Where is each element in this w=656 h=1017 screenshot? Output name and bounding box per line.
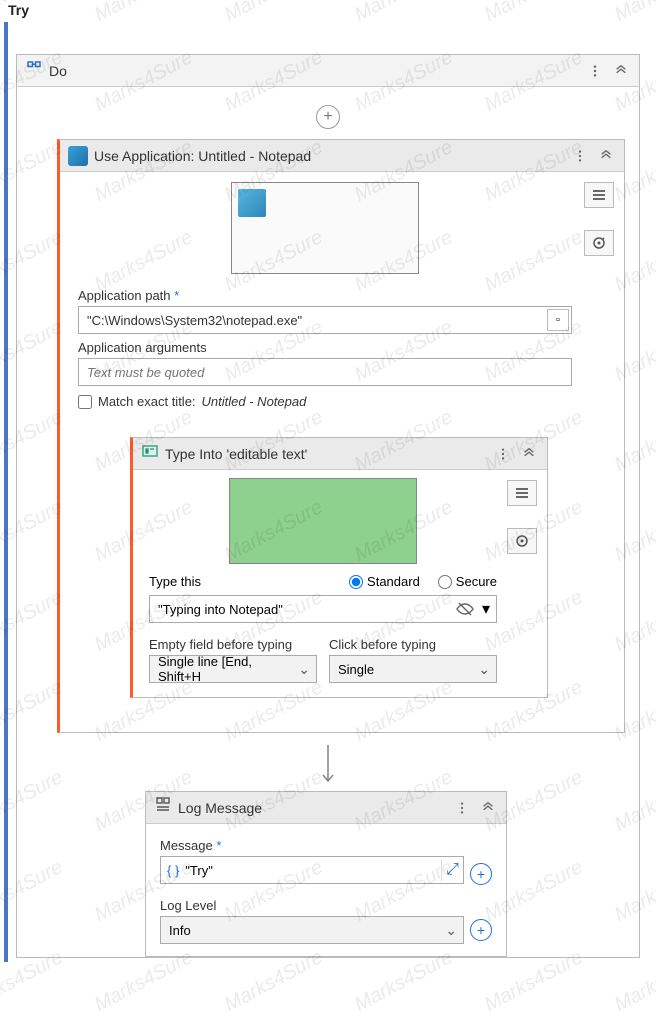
use-app-title: Use Application: Untitled - Notepad — [94, 148, 564, 164]
log-icon — [154, 796, 172, 819]
message-input[interactable]: "Try" — [185, 863, 441, 878]
loglevel-label: Log Level — [160, 898, 492, 913]
log-msg-header[interactable]: Log Message — [146, 792, 506, 824]
match-title-label: Match exact title: — [98, 394, 196, 409]
kebab-menu-icon[interactable] — [570, 146, 590, 166]
collapse-icon[interactable] — [611, 61, 631, 81]
target-settings-button[interactable] — [584, 230, 614, 256]
app-screenshot[interactable] — [231, 182, 419, 274]
do-block: Do + Use Application: Untitled - Notepad… — [16, 54, 640, 958]
app-path-label: Application path * — [78, 288, 572, 303]
try-label: Try — [8, 2, 29, 18]
type-into-header[interactable]: Type Into 'editable text' — [133, 438, 547, 470]
match-title-value: Untitled - Notepad — [202, 394, 307, 409]
expression-icon: { } — [161, 863, 185, 878]
match-title-checkbox[interactable] — [78, 395, 92, 409]
radio-standard[interactable]: Standard — [349, 574, 420, 589]
type-into-title: Type Into 'editable text' — [165, 446, 487, 462]
type-into-icon — [141, 442, 159, 465]
add-activity-row: + — [17, 87, 639, 139]
browse-path-button[interactable]: ▫ — [547, 309, 569, 331]
click-before-label: Click before typing — [329, 637, 497, 652]
kebab-menu-icon[interactable] — [493, 444, 513, 464]
kebab-menu-icon[interactable] — [585, 61, 605, 81]
add-button[interactable]: + — [470, 919, 492, 941]
empty-field-label: Empty field before typing — [149, 637, 317, 652]
hamburger-menu-button[interactable] — [507, 480, 537, 506]
empty-field-select[interactable]: Single line [End, Shift+H — [149, 655, 317, 683]
radio-secure[interactable]: Secure — [438, 574, 497, 589]
sequence-icon — [25, 59, 43, 82]
do-title: Do — [49, 63, 579, 79]
collapse-icon[interactable] — [478, 798, 498, 818]
do-header[interactable]: Do — [17, 55, 639, 87]
message-label: Message * — [160, 838, 492, 853]
try-rail — [4, 22, 8, 962]
application-icon — [68, 146, 88, 166]
click-before-select[interactable]: Single — [329, 655, 497, 683]
target-screenshot[interactable] — [229, 478, 417, 564]
type-into-block: Type Into 'editable text' Type this Stan… — [130, 437, 548, 698]
type-value-input[interactable] — [149, 595, 497, 623]
target-settings-button[interactable] — [507, 528, 537, 554]
type-this-label: Type this — [149, 574, 331, 589]
log-msg-title: Log Message — [178, 800, 446, 816]
log-message-block: Log Message Message * { } "Try" ⤢ + Log … — [145, 791, 507, 957]
collapse-icon[interactable] — [596, 146, 616, 166]
app-args-label: Application arguments — [78, 340, 572, 355]
flow-arrow-icon — [17, 733, 639, 791]
kebab-menu-icon[interactable] — [452, 798, 472, 818]
dropdown-icon[interactable]: ▾ — [477, 599, 495, 619]
notepad-icon — [238, 189, 266, 217]
visibility-toggle-icon[interactable] — [455, 599, 475, 619]
loglevel-select[interactable]: Info — [160, 916, 464, 944]
collapse-icon[interactable] — [519, 444, 539, 464]
add-activity-button[interactable]: + — [316, 105, 340, 129]
expand-editor-icon[interactable]: ⤢ — [441, 859, 463, 881]
app-path-input[interactable] — [78, 306, 572, 334]
hamburger-menu-button[interactable] — [584, 182, 614, 208]
use-app-header[interactable]: Use Application: Untitled - Notepad — [60, 140, 624, 172]
add-button[interactable]: + — [470, 863, 492, 885]
app-args-input[interactable] — [78, 358, 572, 386]
use-application-block: Use Application: Untitled - Notepad Appl… — [57, 139, 625, 733]
